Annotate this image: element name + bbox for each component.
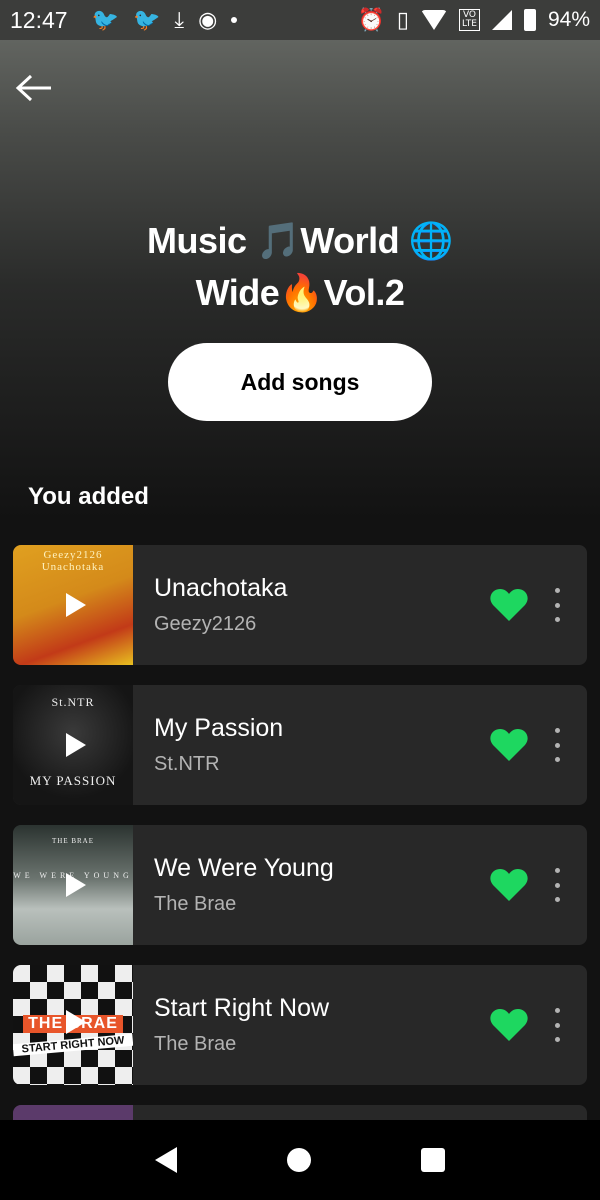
- album-art[interactable]: THE BRAE WE WERE YOUNG: [13, 825, 133, 945]
- song-row[interactable]: THE BRAE START RIGHT NOW Start Right Now…: [13, 965, 587, 1085]
- song-title: We Were Young: [154, 854, 334, 882]
- section-title: You added: [28, 483, 149, 510]
- more-options-button[interactable]: [553, 728, 561, 762]
- play-icon: [66, 593, 86, 617]
- more-options-button[interactable]: [553, 868, 561, 902]
- album-art[interactable]: Geezy2126 Unachotaka: [13, 545, 133, 665]
- album-art[interactable]: St.NTR MY PASSION: [13, 685, 133, 805]
- more-options-button[interactable]: [553, 1008, 561, 1042]
- song-title: My Passion: [154, 714, 284, 742]
- heart-icon[interactable]: [489, 867, 529, 903]
- song-row[interactable]: THE BRAE WE WERE YOUNG We Were Young The…: [13, 825, 587, 945]
- playlist-title: Music 🎵World 🌐 Wide🔥Vol.2: [60, 215, 540, 319]
- heart-icon[interactable]: [489, 587, 529, 623]
- song-artist: The Brae: [154, 1033, 237, 1055]
- status-bar: 12:47 🐦 🐦 ⤓ ◉ ⏰ ▯ VO LTE 94%: [0, 0, 600, 40]
- heart-icon[interactable]: [489, 727, 529, 763]
- nav-recents-icon[interactable]: [421, 1148, 445, 1172]
- messenger-icon: ◉: [198, 7, 218, 33]
- playlist-title-line2: Wide🔥Vol.2: [195, 272, 405, 313]
- volte-icon: VO LTE: [459, 9, 480, 31]
- play-icon: [66, 733, 86, 757]
- status-time: 12:47: [10, 6, 68, 33]
- album-art[interactable]: THE BRAE START RIGHT NOW: [13, 965, 133, 1085]
- twitter-icon: 🐦: [91, 7, 119, 33]
- battery-percent: 94%: [547, 8, 590, 31]
- song-artist: St.NTR: [154, 753, 220, 775]
- vibrate-icon: ▯: [396, 7, 409, 33]
- back-arrow-icon: [15, 74, 51, 102]
- play-icon: [66, 1010, 86, 1034]
- playlist-title-line1: Music 🎵World 🌐: [147, 220, 454, 261]
- song-artist: Geezy2126: [154, 613, 257, 635]
- alarm-icon: ⏰: [357, 7, 385, 33]
- nav-home-icon[interactable]: [287, 1148, 311, 1172]
- song-list: Geezy2126 Unachotaka Unachotaka Geezy212…: [13, 545, 587, 1105]
- song-title: Start Right Now: [154, 994, 330, 1022]
- song-title: Unachotaka: [154, 574, 288, 602]
- system-nav-bar: [0, 1120, 600, 1200]
- more-options-button[interactable]: [553, 588, 561, 622]
- download-icon: ⤓: [174, 7, 185, 33]
- wifi-icon: [421, 10, 447, 30]
- signal-icon: [491, 10, 512, 30]
- notification-dot-icon: [231, 17, 238, 23]
- play-icon: [66, 873, 86, 897]
- twitter-icon: 🐦: [132, 7, 161, 33]
- back-button[interactable]: [14, 70, 54, 106]
- battery-icon: [523, 9, 536, 31]
- song-row[interactable]: Geezy2126 Unachotaka Unachotaka Geezy212…: [13, 545, 587, 665]
- song-artist: The Brae: [154, 893, 237, 915]
- song-row[interactable]: St.NTR MY PASSION My Passion St.NTR: [13, 685, 587, 805]
- add-songs-button[interactable]: Add songs: [168, 343, 432, 421]
- nav-back-icon[interactable]: [155, 1147, 177, 1173]
- heart-icon[interactable]: [489, 1007, 529, 1043]
